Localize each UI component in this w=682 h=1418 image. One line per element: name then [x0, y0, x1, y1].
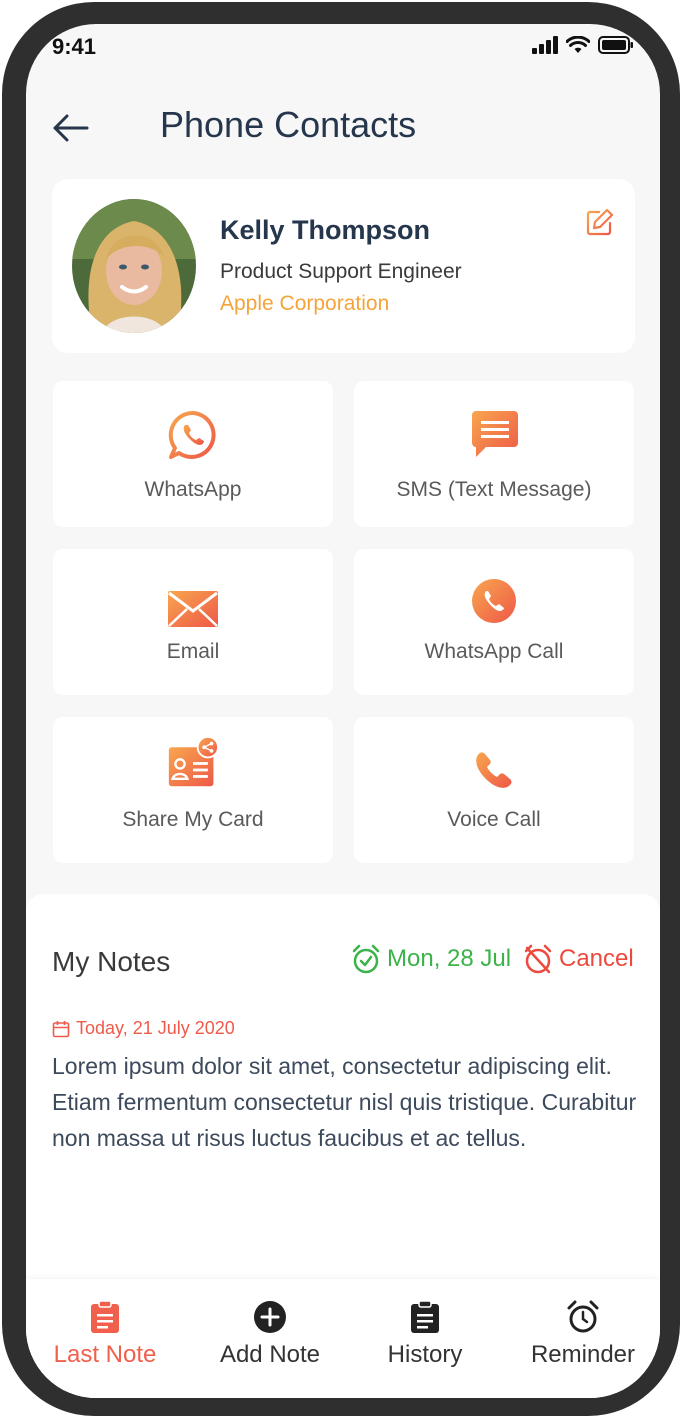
mail-icon: [167, 583, 219, 635]
email-tile[interactable]: Email: [53, 549, 333, 695]
nav-add-note[interactable]: Add Note: [195, 1299, 345, 1369]
contact-card-share-icon: [167, 736, 219, 789]
edit-button[interactable]: [585, 207, 615, 237]
whatsapp-label: WhatsApp: [144, 478, 242, 501]
alarm-clock-icon: [565, 1299, 601, 1335]
status-time: 9:41: [52, 34, 97, 59]
whatsapp-icon: [167, 409, 219, 461]
plus-circle-icon: [252, 1299, 288, 1335]
voice-call-tile[interactable]: Voice Call: [354, 717, 634, 863]
email-label: Email: [166, 640, 220, 663]
phone-circle-icon: [468, 575, 520, 627]
clipboard-icon: [87, 1299, 123, 1335]
whatsapp-call-label: WhatsApp Call: [424, 640, 564, 663]
share-card-label: Share My Card: [122, 808, 264, 831]
note-body: Lorem ipsum dolor sit amet, consectetur …: [52, 1053, 637, 1151]
voice-call-label: Voice Call: [447, 808, 541, 831]
battery-icon: [598, 36, 633, 54]
nav-reminder[interactable]: Reminder: [508, 1299, 658, 1369]
nav-history-label: History: [387, 1341, 463, 1368]
alarm-check-icon: [352, 944, 380, 974]
cancel-label: Cancel: [559, 945, 634, 972]
reminder-date-label: Mon, 28 Jul: [387, 945, 512, 972]
note-date-label: Today, 21 July 2020: [76, 1018, 235, 1038]
sms-tile[interactable]: SMS (Text Message): [354, 381, 634, 527]
app-screen: 9:41 Phone Contacts Kelly Thompson Produ…: [26, 24, 660, 1398]
sms-label: SMS (Text Message): [396, 478, 592, 501]
status-icons: [532, 36, 634, 54]
reminder-date-button[interactable]: Mon, 28 Jul: [351, 944, 511, 974]
wifi-icon: [566, 36, 590, 53]
contact-name: Kelly Thompson: [220, 215, 431, 245]
signal-icon: [532, 36, 558, 54]
avatar: [72, 199, 196, 333]
page-title: Phone Contacts: [160, 104, 417, 145]
calendar-icon: [52, 1020, 70, 1037]
share-card-tile[interactable]: Share My Card: [53, 717, 333, 863]
nav-last-note-label: Last Note: [53, 1341, 157, 1368]
bottom-nav: Last Note Add Note History Reminder: [26, 1279, 660, 1398]
whatsapp-tile[interactable]: WhatsApp: [53, 381, 333, 527]
arrow-left-icon: [53, 114, 89, 142]
notes-title: My Notes: [52, 946, 171, 977]
clipboard-list-icon: [407, 1299, 443, 1335]
contact-company: Apple Corporation: [220, 292, 390, 315]
contact-role: Product Support Engineer: [220, 260, 462, 283]
contact-card: Kelly Thompson Product Support Engineer …: [52, 179, 635, 353]
nav-history[interactable]: History: [350, 1299, 500, 1369]
nav-reminder-label: Reminder: [530, 1341, 636, 1368]
phone-icon: [468, 745, 520, 797]
cancel-reminder-button[interactable]: Cancel: [523, 944, 634, 974]
message-icon: [468, 409, 520, 461]
whatsapp-call-tile[interactable]: WhatsApp Call: [354, 549, 634, 695]
nav-add-note-label: Add Note: [219, 1341, 321, 1368]
nav-last-note[interactable]: Last Note: [30, 1299, 180, 1369]
note-date: Today, 21 July 2020: [52, 1018, 235, 1039]
edit-icon: [586, 208, 614, 236]
back-button[interactable]: [50, 108, 90, 148]
alarm-off-icon: [524, 944, 552, 974]
phone-frame: 9:41 Phone Contacts Kelly Thompson Produ…: [2, 2, 680, 1416]
